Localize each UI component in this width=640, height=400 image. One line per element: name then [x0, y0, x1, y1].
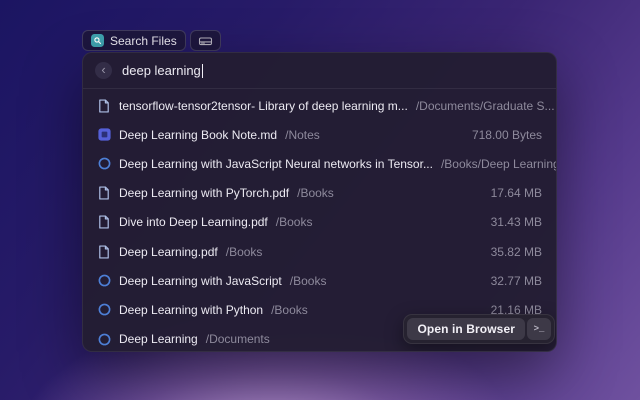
file-name: Deep Learning Book Note.md: [119, 128, 277, 142]
open-in-browser-button[interactable]: Open in Browser: [407, 318, 525, 340]
search-files-panel: ‹ deep learning tensorflow-tensor2tensor…: [82, 52, 557, 352]
file-path: /Books: [290, 274, 327, 288]
terminal-prompt-icon[interactable]: >_: [527, 318, 551, 340]
file-path: /Documents: [206, 332, 270, 346]
file-name: Deep Learning with PyTorch.pdf: [119, 186, 289, 200]
results-list: tensorflow-tensor2tensor- Library of dee…: [83, 89, 556, 352]
file-name: Dive into Deep Learning.pdf: [119, 215, 268, 229]
file-name: Deep Learning with JavaScript Neural net…: [119, 157, 433, 171]
file-name: Deep Learning: [119, 332, 198, 346]
file-path: /Books: [297, 186, 334, 200]
file-result-row[interactable]: Deep Learning.pdf /Books 35.82 MB: [83, 237, 556, 266]
circle-outline-icon: [97, 303, 111, 317]
file-size: 718.00 Bytes: [472, 128, 542, 142]
back-button[interactable]: ‹: [95, 62, 112, 79]
circle-outline-icon: [97, 157, 111, 171]
file-result-row[interactable]: Deep Learning with JavaScript Neural net…: [83, 149, 556, 178]
text-caret: [202, 64, 204, 78]
file-path: /Documents/Graduate S...: [416, 99, 555, 113]
file-path: /Books/Deep Learning wi...: [441, 157, 556, 171]
search-bar: ‹ deep learning: [83, 53, 556, 88]
file-name: Deep Learning.pdf: [119, 245, 218, 259]
circle-outline-icon: [97, 274, 111, 288]
file-path: /Notes: [285, 128, 320, 142]
file-result-row[interactable]: tensorflow-tensor2tensor- Library of dee…: [83, 91, 556, 120]
search-input-value: deep learning: [122, 63, 201, 78]
file-result-row[interactable]: Deep Learning Book Note.md /Notes 718.00…: [83, 120, 556, 149]
search-files-chip-label: Search Files: [110, 34, 177, 48]
markdown-note-icon: [97, 128, 111, 142]
search-files-extension-icon: [91, 34, 104, 47]
file-result-row[interactable]: Dive into Deep Learning.pdf /Books 31.43…: [83, 208, 556, 237]
file-size: 32.77 MB: [491, 274, 542, 288]
file-document-icon: [97, 99, 111, 113]
file-path: /Books: [226, 245, 263, 259]
file-name: tensorflow-tensor2tensor- Library of dee…: [119, 99, 408, 113]
file-size: 31.43 MB: [491, 215, 542, 229]
file-document-icon: [97, 245, 111, 259]
file-name: Deep Learning with JavaScript: [119, 274, 282, 288]
search-files-chip[interactable]: Search Files: [82, 30, 186, 51]
window-header: Search Files: [82, 30, 221, 51]
search-input[interactable]: deep learning: [122, 63, 203, 78]
file-document-icon: [97, 215, 111, 229]
file-size: 35.82 MB: [491, 245, 542, 259]
file-size: 17.64 MB: [491, 186, 542, 200]
file-name: Deep Learning with Python: [119, 303, 263, 317]
file-path: /Books: [276, 215, 313, 229]
file-document-icon: [97, 186, 111, 200]
action-tooltip: Open in Browser >_: [403, 314, 555, 344]
file-result-row[interactable]: Deep Learning with PyTorch.pdf /Books 17…: [83, 179, 556, 208]
hard-drive-icon: [198, 35, 213, 47]
device-filter-chip[interactable]: [190, 30, 221, 51]
chevron-left-icon: ‹: [101, 63, 105, 76]
file-path: /Books: [271, 303, 308, 317]
file-result-row[interactable]: Deep Learning with JavaScript /Books 32.…: [83, 266, 556, 295]
circle-outline-icon: [97, 332, 111, 346]
